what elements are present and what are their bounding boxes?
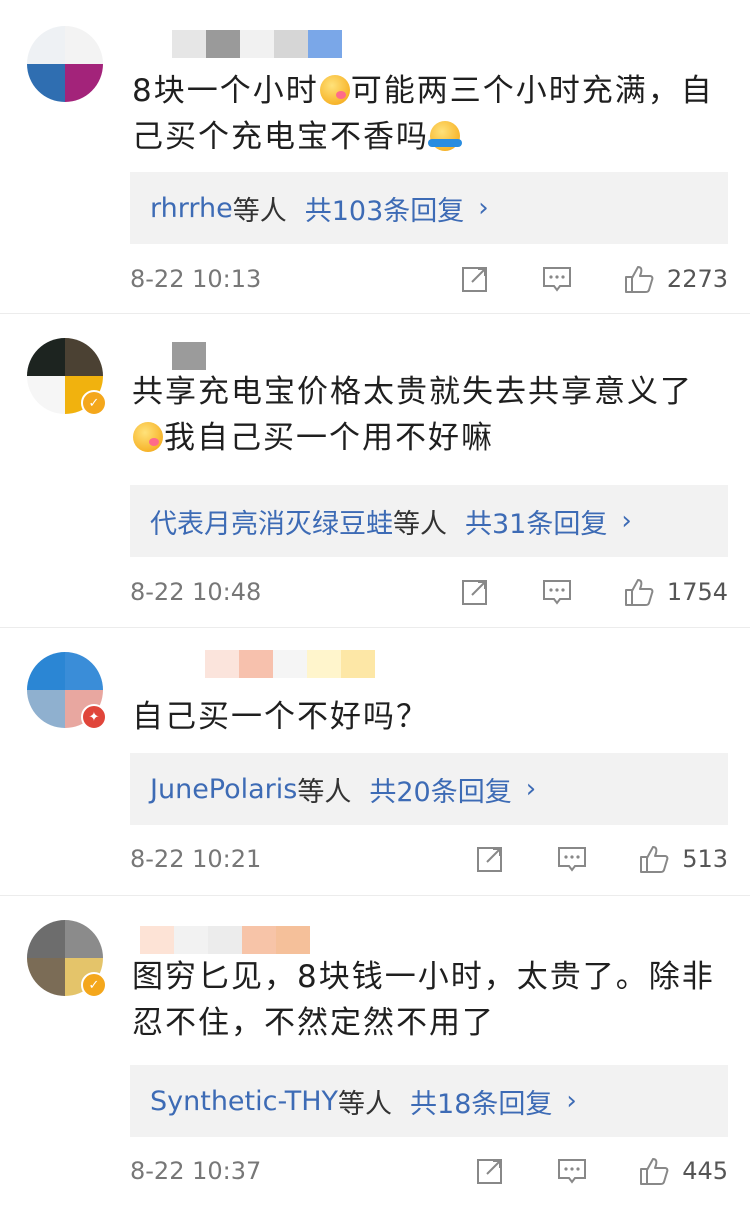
hug-icon (428, 121, 462, 151)
username-redacted[interactable] (172, 342, 206, 370)
drooling-face-icon (133, 422, 163, 452)
comment-text: 共享充电宝价格太贵就失去共享意义了 我自己买一个用不好嘛 (132, 374, 693, 456)
reply-count-link[interactable]: 共20条回复 (369, 770, 511, 809)
reply-names[interactable]: rhrrhe (150, 193, 233, 224)
username-redacted[interactable] (172, 30, 342, 58)
thumbs-up-icon[interactable] (623, 576, 655, 608)
comment-text: 8块一个小时 可能两三个小时充满，自己买个充电宝不香吗 (132, 73, 714, 155)
avatar[interactable]: ✓ (27, 920, 107, 1000)
like-count: 513 (682, 845, 728, 873)
comment-icon[interactable] (541, 263, 573, 295)
avatar[interactable]: ✓ (27, 338, 107, 418)
like-count: 1754 (666, 578, 728, 606)
drooling-face-icon (319, 75, 350, 105)
comment-footer: 8-22 10:13 2273 (130, 259, 728, 299)
timestamp: 8-22 10:48 (130, 578, 262, 606)
comment-item: ✓ 共享充电宝价格太贵就失去共享意义了 我自己买一个用不好嘛 代表月亮消灭绿豆蛙等… (0, 314, 750, 628)
comment-icon[interactable] (541, 576, 573, 608)
reply-names[interactable]: 代表月亮消灭绿豆蛙 (150, 502, 393, 541)
reply-names[interactable]: Synthetic-THY (150, 1086, 338, 1117)
thumbs-up-icon[interactable] (638, 1155, 670, 1187)
reply-preview[interactable]: rhrrhe 等人 共103条回复 › (130, 172, 728, 244)
comment-footer: 8-22 10:48 1754 (130, 572, 728, 612)
timestamp: 8-22 10:13 (130, 265, 262, 293)
timestamp: 8-22 10:21 (130, 845, 262, 873)
share-icon[interactable] (459, 576, 491, 608)
username-redacted[interactable] (140, 926, 310, 954)
username-redacted[interactable] (205, 650, 375, 678)
thumbs-up-icon[interactable] (623, 263, 655, 295)
comment-item: ✦ 自己买一个不好吗？ JunePolaris 等人 共20条回复 › 8-22 10… (0, 628, 750, 896)
avatar[interactable] (27, 26, 103, 102)
comment-footer: 8-22 10:37 445 (130, 1151, 728, 1191)
reply-suffix: 等人 (297, 776, 352, 808)
comment-text: 自己买一个不好吗？ (132, 699, 429, 735)
like-count: 2273 (666, 265, 728, 293)
share-icon[interactable] (459, 263, 491, 295)
reply-count-link[interactable]: 共103条回复 (305, 189, 465, 228)
reply-suffix: 等人 (393, 508, 447, 540)
chevron-right-icon: › (525, 774, 537, 804)
thumbs-up-icon[interactable] (638, 843, 670, 875)
reply-preview[interactable]: Synthetic-THY 等人 共18条回复 › (130, 1065, 728, 1137)
comment-item: 8块一个小时 可能两三个小时充满，自己买个充电宝不香吗 rhrrhe 等人 共103条… (0, 0, 750, 314)
reply-suffix: 等人 (338, 1088, 393, 1120)
reply-preview[interactable]: JunePolaris 等人 共20条回复 › (130, 753, 728, 825)
timestamp: 8-22 10:37 (130, 1157, 262, 1185)
share-icon[interactable] (474, 1155, 506, 1187)
reply-count-link[interactable]: 共18条回复 (410, 1082, 552, 1121)
verified-badge-icon: ✦ (81, 704, 107, 730)
reply-count-link[interactable]: 共31条回复 (465, 502, 607, 541)
comment-text: 图穷匕见，8块钱一小时，太贵了。除非忍不住，不然定然不用了 (132, 959, 715, 1041)
verified-badge-icon: ✓ (81, 972, 107, 998)
action-bar: 445 (424, 1151, 728, 1191)
comment-item: ✓ 图穷匕见，8块钱一小时，太贵了。除非忍不住，不然定然不用了 Syntheti… (0, 896, 750, 1213)
reply-preview[interactable]: 代表月亮消灭绿豆蛙 等人 共31条回复 › (130, 485, 728, 557)
action-bar: 513 (424, 839, 728, 879)
comment-icon[interactable] (556, 843, 588, 875)
chevron-right-icon: › (478, 193, 489, 223)
share-icon[interactable] (474, 843, 506, 875)
comment-icon[interactable] (556, 1155, 588, 1187)
like-count: 445 (682, 1157, 728, 1185)
avatar[interactable]: ✦ (27, 652, 107, 732)
chevron-right-icon: › (566, 1086, 577, 1116)
comment-footer: 8-22 10:21 513 (130, 839, 728, 879)
chevron-right-icon: › (621, 506, 632, 536)
action-bar: 1754 (409, 572, 728, 612)
verified-badge-icon: ✓ (81, 390, 107, 416)
reply-names[interactable]: JunePolaris (150, 774, 297, 805)
reply-suffix: 等人 (232, 195, 287, 227)
action-bar: 2273 (409, 259, 728, 299)
